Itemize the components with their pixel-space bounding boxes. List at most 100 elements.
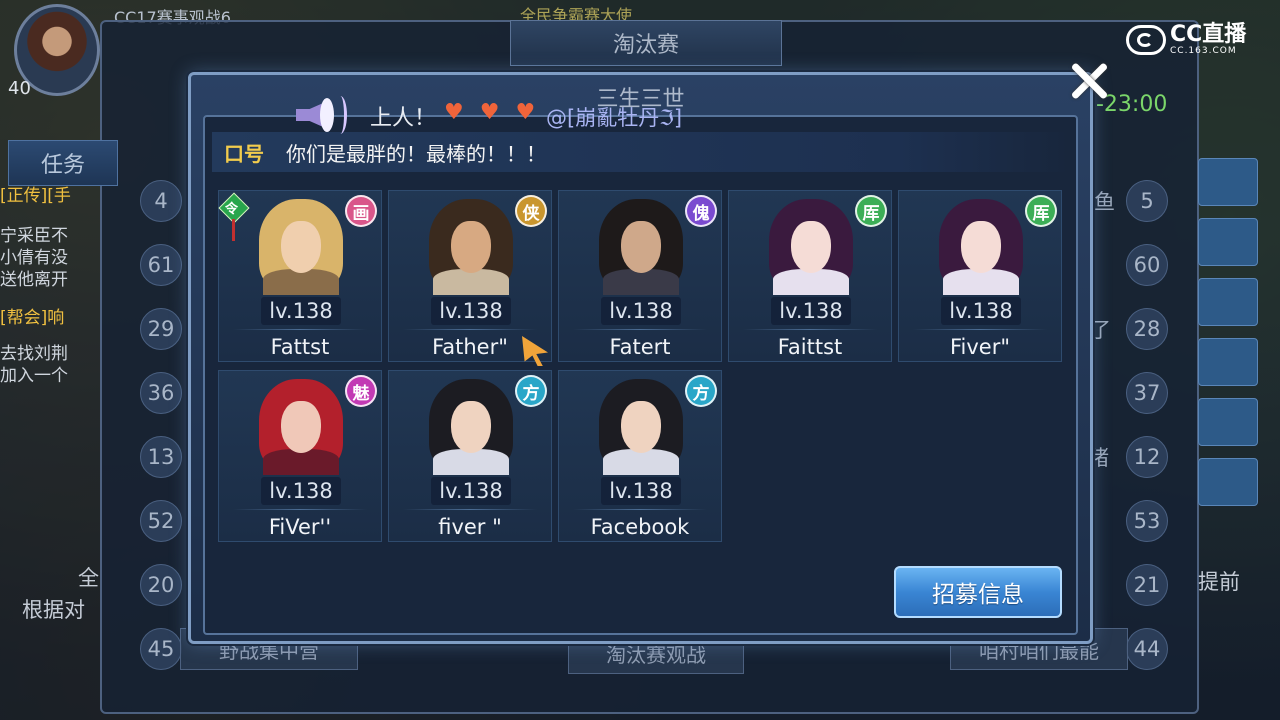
side-menu-button[interactable] [1198, 218, 1258, 266]
quest-line: [正传][手 [0, 186, 71, 206]
member-level: lv.138 [431, 477, 511, 505]
leader-tag-text: 令 [225, 202, 239, 217]
seed-number: 61 [140, 244, 182, 286]
side-menu-button[interactable] [1198, 278, 1258, 326]
seed-number: 37 [1126, 372, 1168, 414]
member-portrait [419, 195, 523, 295]
side-menu-button[interactable] [1198, 398, 1258, 446]
side-menu-button[interactable] [1198, 338, 1258, 386]
announcement-text: 上人！ [370, 106, 437, 131]
class-badge-icon: 方 [685, 375, 717, 407]
member-card[interactable]: 画 lv.138 Fattst 令 [218, 190, 382, 362]
member-name: Faittst [777, 335, 843, 359]
member-card[interactable]: 方 lv.138 fiver " [388, 370, 552, 542]
seed-number: 29 [140, 308, 182, 350]
quest-line: 送他离开 [0, 270, 68, 290]
pointer-cursor-icon [522, 336, 552, 370]
class-badge-icon: 厍 [855, 195, 887, 227]
member-level: lv.138 [431, 297, 511, 325]
member-card[interactable]: 厍 lv.138 Fiver" [898, 190, 1062, 362]
divider [573, 329, 707, 330]
bracket-label: 鱼 [1094, 190, 1115, 214]
advance-label: 提前 [1198, 570, 1240, 594]
member-card[interactable]: 厍 lv.138 Faittst [728, 190, 892, 362]
seed-number: 36 [140, 372, 182, 414]
divider [233, 329, 367, 330]
member-portrait [759, 195, 863, 295]
recruit-info-button[interactable]: 招募信息 [894, 566, 1062, 618]
seed-number: 53 [1126, 500, 1168, 542]
class-badge-icon: 厍 [1025, 195, 1057, 227]
megaphone-icon [290, 92, 347, 138]
class-badge-icon: 侠 [515, 195, 547, 227]
announcement-mention[interactable]: @[崩亂牡丹ℑ] [546, 102, 682, 132]
rules-line: 根据对 [22, 598, 85, 622]
divider [403, 329, 537, 330]
quest-line: 宁采臣不 [0, 226, 68, 246]
cc-brand: CC直播 [1170, 22, 1247, 47]
class-badge-icon: 魅 [345, 375, 377, 407]
member-portrait [249, 375, 353, 475]
cc-url: CC.163.COM [1170, 46, 1237, 56]
divider [573, 509, 707, 510]
member-name: Fattst [270, 335, 330, 359]
hearts: ♥ ♥ ♥ [444, 100, 535, 125]
leader-tag-icon: 令 [218, 192, 250, 241]
member-level: lv.138 [941, 297, 1021, 325]
seed-number: 52 [140, 500, 182, 542]
divider [403, 509, 537, 510]
seed-number: 44 [1126, 628, 1168, 670]
quest-line: 去找刘荆 [0, 344, 68, 364]
member-level: lv.138 [261, 297, 341, 325]
member-level: lv.138 [601, 297, 681, 325]
member-name: Fatert [609, 335, 671, 359]
member-portrait [589, 375, 693, 475]
divider [913, 329, 1047, 330]
quest-line: 小倩有没 [0, 248, 68, 268]
seed-number: 28 [1126, 308, 1168, 350]
seed-number: 4 [140, 180, 182, 222]
seed-number: 20 [140, 564, 182, 606]
class-badge-icon: 画 [345, 195, 377, 227]
seed-number: 5 [1126, 180, 1168, 222]
player-level: 40 [8, 78, 31, 99]
heart-icon: ♥ [479, 100, 500, 125]
side-menu-button[interactable] [1198, 158, 1258, 206]
member-level: lv.138 [261, 477, 341, 505]
quest-line: 加入一个 [0, 366, 68, 386]
member-name: Facebook [590, 515, 690, 539]
seed-number: 45 [140, 628, 182, 670]
tournament-title: 淘汰赛 [510, 20, 782, 66]
seed-number: 12 [1126, 436, 1168, 478]
member-name: fiver " [438, 515, 502, 539]
seed-number: 13 [140, 436, 182, 478]
slogan-text: 你们是最胖的！最棒的！！！ [286, 141, 546, 166]
slogan-bar: 口号 你们是最胖的！最棒的！！！ [212, 132, 1070, 172]
divider [743, 329, 877, 330]
heart-icon: ♥ [515, 100, 536, 125]
class-badge-icon: 傀 [685, 195, 717, 227]
close-icon[interactable] [1066, 58, 1112, 104]
rules-text: 全 根据对 [22, 562, 99, 626]
quest-line: [帮会]响 [0, 308, 65, 328]
cc-cloud-icon [1126, 25, 1166, 55]
member-name: Fiver" [949, 335, 1011, 359]
class-badge-icon: 方 [515, 375, 547, 407]
bracket-label: 了 [1090, 318, 1111, 342]
member-portrait [419, 375, 523, 475]
seed-number: 60 [1126, 244, 1168, 286]
divider [233, 509, 367, 510]
slogan-label: 口号 [224, 141, 264, 166]
cc-live-logo: CC直播 CC.163.COM [1126, 24, 1246, 56]
member-portrait [589, 195, 693, 295]
quest-log: [正传][手 宁采臣不 小倩有没 送他离开 [帮会]响 去找刘荆 加入一个 [0, 185, 112, 387]
member-card[interactable]: 魅 lv.138 FiVer'' [218, 370, 382, 542]
member-portrait [929, 195, 1033, 295]
member-name: FiVer'' [268, 515, 332, 539]
heart-icon: ♥ [444, 100, 464, 125]
task-tab[interactable]: 任务 [8, 140, 118, 186]
member-card[interactable]: 方 lv.138 Facebook [558, 370, 722, 542]
member-card[interactable]: 傀 lv.138 Fatert [558, 190, 722, 362]
rules-line: 全 [78, 566, 99, 590]
side-menu-button[interactable] [1198, 458, 1258, 506]
